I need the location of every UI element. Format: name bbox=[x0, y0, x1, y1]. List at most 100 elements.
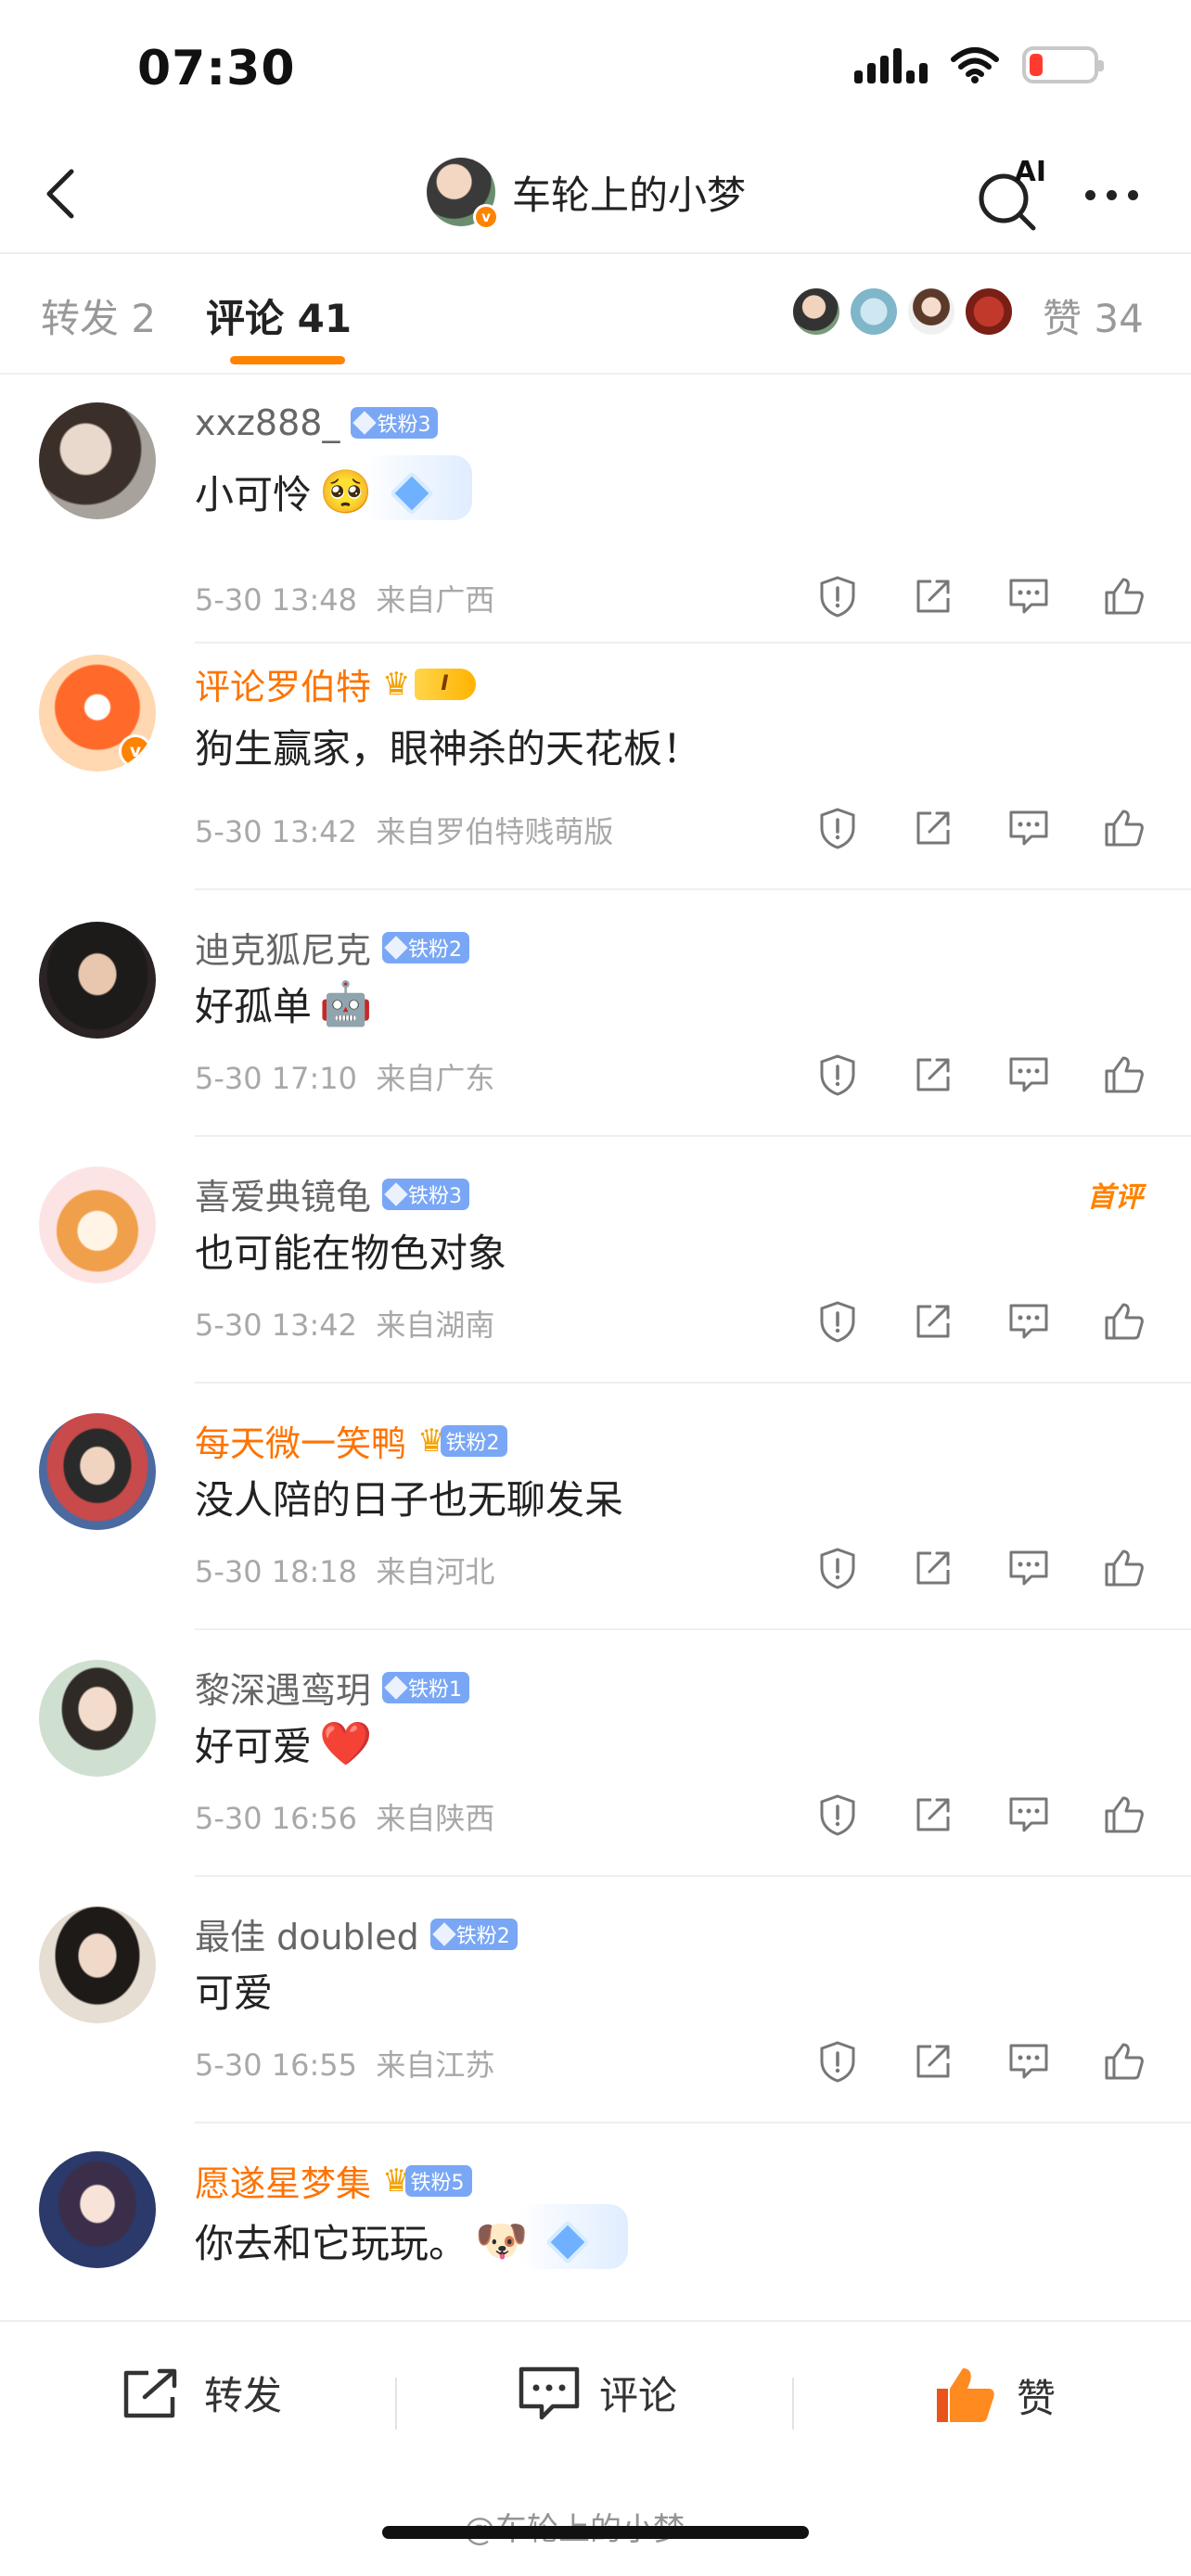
commenter-name[interactable]: 黎深遇鸾玥 bbox=[195, 1662, 371, 1713]
status-time: 07:30 bbox=[137, 41, 296, 96]
comment-meta: 5-30 13:48 来自广西 bbox=[195, 582, 495, 618]
report-button[interactable] bbox=[816, 1547, 859, 1589]
comment-header: 评论罗伯特 ♛ I bbox=[195, 658, 476, 709]
comment-text: 可爱 bbox=[195, 1970, 274, 2016]
page-title: 车轮上的小梦 bbox=[512, 172, 747, 218]
ai-search-button[interactable]: AI bbox=[972, 156, 1046, 234]
divider bbox=[395, 2378, 397, 2429]
battery-icon bbox=[1022, 46, 1104, 83]
comment-header: 最佳 doubled 铁粉2 bbox=[195, 1908, 518, 1959]
like-button[interactable] bbox=[1103, 1300, 1146, 1343]
reply-button[interactable] bbox=[1007, 2040, 1050, 2083]
commenter-name[interactable]: 评论罗伯特 bbox=[195, 658, 371, 709]
report-button[interactable] bbox=[816, 575, 859, 618]
fan-badge: 铁粉3 bbox=[351, 407, 439, 439]
nav-user[interactable]: v 车轮上的小梦 bbox=[427, 158, 747, 230]
commenter-name[interactable]: 愿遂星梦集 bbox=[195, 2155, 371, 2206]
diamond-icon bbox=[384, 1181, 408, 1206]
comment-header: 愿遂星梦集 ♛ 铁粉5 bbox=[195, 2155, 472, 2206]
fan-badge: 铁粉2 bbox=[429, 1918, 518, 1950]
comment-actions bbox=[816, 807, 1146, 849]
tab-active-indicator bbox=[230, 356, 345, 364]
comment-actions bbox=[816, 1793, 1146, 1836]
share-button[interactable] bbox=[912, 575, 954, 618]
home-indicator[interactable] bbox=[382, 2526, 809, 2539]
reply-button[interactable] bbox=[1007, 1547, 1050, 1589]
report-button[interactable] bbox=[816, 2040, 859, 2083]
reply-button[interactable] bbox=[1007, 1300, 1050, 1343]
commenter-name[interactable]: xxz888_ bbox=[195, 402, 339, 443]
avatar bbox=[963, 286, 1015, 338]
share-button[interactable] bbox=[912, 807, 954, 849]
share-icon bbox=[916, 2045, 950, 2078]
avatar[interactable] bbox=[39, 1413, 156, 1530]
commenter-name[interactable]: 迪克狐尼克 bbox=[195, 922, 371, 973]
avatar[interactable] bbox=[39, 1906, 156, 2023]
avatar[interactable] bbox=[39, 1660, 156, 1777]
shield-alert-icon bbox=[820, 1548, 855, 1589]
liker-avatars[interactable] bbox=[790, 286, 1020, 338]
avatar[interactable] bbox=[39, 922, 156, 1039]
avatar[interactable] bbox=[39, 402, 156, 519]
reply-button[interactable] bbox=[1007, 1053, 1050, 1096]
avatar[interactable] bbox=[39, 2151, 156, 2268]
commenter-name[interactable]: 最佳 doubled bbox=[195, 1908, 419, 1959]
comment-actions bbox=[816, 1300, 1146, 1343]
avatar bbox=[905, 286, 957, 338]
back-button[interactable] bbox=[28, 161, 93, 226]
share-button[interactable] bbox=[912, 1053, 954, 1096]
avatar[interactable]: v bbox=[39, 655, 156, 772]
thumbs-up-icon bbox=[1105, 810, 1144, 847]
tab-repost[interactable]: 转发 2 bbox=[41, 287, 156, 344]
share-icon bbox=[916, 1551, 950, 1585]
like-button[interactable] bbox=[1103, 1793, 1146, 1836]
member-badge: ♛ 铁粉2 bbox=[417, 1422, 507, 1460]
share-button[interactable] bbox=[912, 1300, 954, 1343]
share-icon bbox=[916, 1798, 950, 1831]
thumbs-up-icon bbox=[1105, 1056, 1144, 1093]
avatar[interactable] bbox=[39, 1167, 156, 1283]
fan-badge: 铁粉3 bbox=[382, 1178, 470, 1210]
share-icon bbox=[916, 580, 950, 613]
tab-like[interactable]: 赞 34 bbox=[1043, 287, 1144, 344]
comment-text: 也可能在物色对象 bbox=[195, 1231, 507, 1276]
more-button[interactable] bbox=[1085, 176, 1138, 213]
like-button[interactable] bbox=[1103, 807, 1146, 849]
report-button[interactable] bbox=[816, 1793, 859, 1836]
share-button[interactable] bbox=[912, 1793, 954, 1836]
comment-text: 好可爱 ❤️ bbox=[195, 1718, 373, 1769]
tab-comment[interactable]: 评论 41 bbox=[206, 287, 352, 344]
report-button[interactable] bbox=[816, 1300, 859, 1343]
commenter-name[interactable]: 喜爱典镜龟 bbox=[195, 1168, 371, 1219]
report-button[interactable] bbox=[816, 807, 859, 849]
comment-text: 没人陪的日子也无聊发呆 bbox=[195, 1477, 624, 1523]
report-button[interactable] bbox=[816, 1053, 859, 1096]
repost-button[interactable]: 转发 bbox=[121, 2365, 282, 2421]
share-button[interactable] bbox=[912, 1547, 954, 1589]
comment-header: xxz888_ 铁粉3 bbox=[195, 402, 439, 443]
avatar bbox=[848, 286, 900, 338]
like-button[interactable] bbox=[1103, 1547, 1146, 1589]
verified-badge-icon: v bbox=[119, 734, 152, 768]
comment-icon bbox=[1009, 2044, 1048, 2079]
like-button[interactable] bbox=[1103, 575, 1146, 618]
reply-button[interactable] bbox=[1007, 807, 1050, 849]
comment-text: 狗生赢家，眼神杀的天花板！ bbox=[195, 726, 702, 772]
diamond-icon bbox=[352, 411, 378, 435]
share-button[interactable] bbox=[912, 2040, 954, 2083]
comment-meta: 5-30 18:18 来自河北 bbox=[195, 1554, 495, 1589]
like-button[interactable] bbox=[1103, 1053, 1146, 1096]
fan-badge: 铁粉1 bbox=[382, 1671, 470, 1703]
like-button[interactable]: 赞 bbox=[933, 2365, 1056, 2426]
heart-icon: ❤️ bbox=[319, 1718, 373, 1768]
diamond-icon bbox=[384, 1675, 408, 1700]
comment-icon bbox=[1009, 1304, 1048, 1339]
shield-alert-icon bbox=[820, 1301, 855, 1343]
diamond-sparkle-icon bbox=[517, 2203, 629, 2269]
comment-button[interactable]: 评论 bbox=[518, 2365, 677, 2421]
comment-item: 迪克狐尼克 铁粉2 好孤单 🤖 5-30 17:10 来自广东 bbox=[0, 890, 1191, 1137]
like-button[interactable] bbox=[1103, 2040, 1146, 2083]
reply-button[interactable] bbox=[1007, 1793, 1050, 1836]
reply-button[interactable] bbox=[1007, 575, 1050, 618]
commenter-name[interactable]: 每天微一笑鸭 bbox=[195, 1415, 406, 1466]
